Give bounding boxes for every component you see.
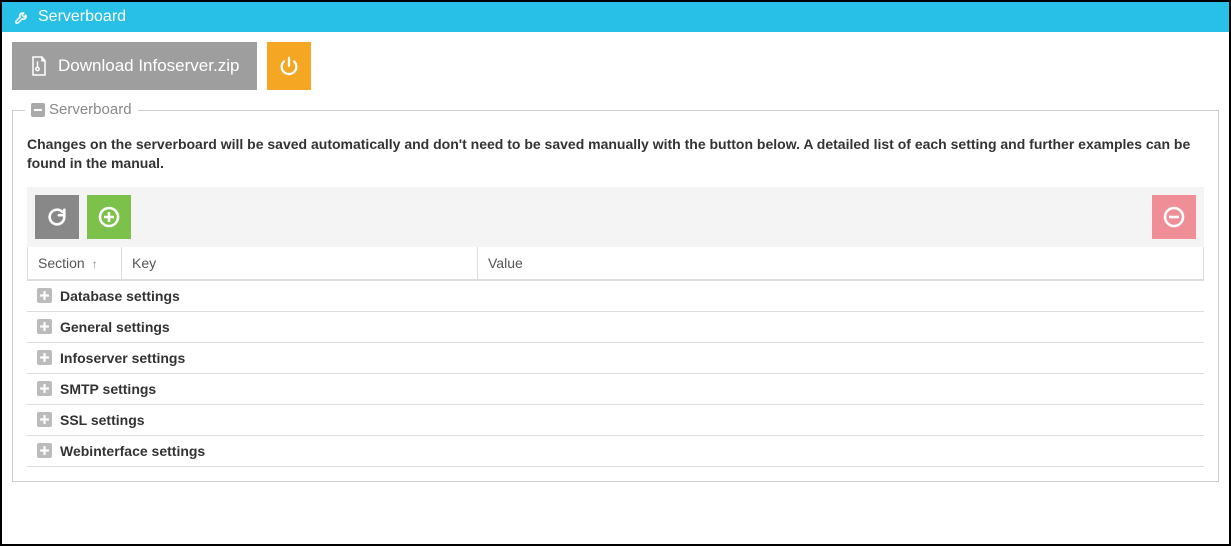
settings-table: Section ↑ Key Value — [27, 247, 1204, 280]
plus-icon — [37, 319, 52, 334]
fieldset-legend[interactable]: Serverboard — [25, 101, 138, 118]
wrench-icon — [14, 9, 30, 25]
group-label: General settings — [60, 319, 170, 335]
power-button[interactable] — [267, 42, 311, 90]
plus-icon — [37, 412, 52, 427]
group-smtp-settings[interactable]: SMTP settings — [27, 374, 1204, 405]
group-label: Database settings — [60, 288, 180, 304]
serverboard-fieldset: Serverboard Changes on the serverboard w… — [12, 110, 1219, 482]
remove-button[interactable] — [1152, 195, 1196, 239]
power-icon — [278, 55, 300, 77]
plus-icon — [37, 443, 52, 458]
download-button[interactable]: Download Infoserver.zip — [12, 42, 257, 90]
group-label: Infoserver settings — [60, 350, 185, 366]
refresh-icon — [46, 206, 68, 228]
group-infoserver-settings[interactable]: Infoserver settings — [27, 343, 1204, 374]
legend-text: Serverboard — [49, 101, 132, 118]
file-zip-icon — [30, 55, 48, 77]
col-section[interactable]: Section ↑ — [28, 247, 122, 280]
group-label: Webinterface settings — [60, 443, 205, 459]
notice-text: Changes on the serverboard will be saved… — [27, 135, 1204, 173]
add-button[interactable] — [87, 195, 131, 239]
group-database-settings[interactable]: Database settings — [27, 280, 1204, 312]
plus-icon — [37, 381, 52, 396]
table-groups: Database settings General settings Infos… — [27, 280, 1204, 467]
col-value[interactable]: Value — [478, 247, 1204, 280]
plus-circle-icon — [97, 205, 121, 229]
minus-circle-icon — [1162, 205, 1186, 229]
group-general-settings[interactable]: General settings — [27, 312, 1204, 343]
group-webinterface-settings[interactable]: Webinterface settings — [27, 436, 1204, 467]
download-label: Download Infoserver.zip — [58, 56, 239, 76]
plus-icon — [37, 350, 52, 365]
group-ssl-settings[interactable]: SSL settings — [27, 405, 1204, 436]
table-toolbar — [27, 187, 1204, 247]
topbar: Serverboard — [2, 2, 1229, 32]
refresh-button[interactable] — [35, 195, 79, 239]
minus-icon — [31, 103, 45, 117]
page-title: Serverboard — [38, 8, 126, 26]
action-toolbar: Download Infoserver.zip — [2, 32, 1229, 100]
col-key[interactable]: Key — [122, 247, 478, 280]
group-label: SMTP settings — [60, 381, 156, 397]
sort-asc-icon: ↑ — [92, 257, 98, 271]
plus-icon — [37, 288, 52, 303]
group-label: SSL settings — [60, 412, 145, 428]
